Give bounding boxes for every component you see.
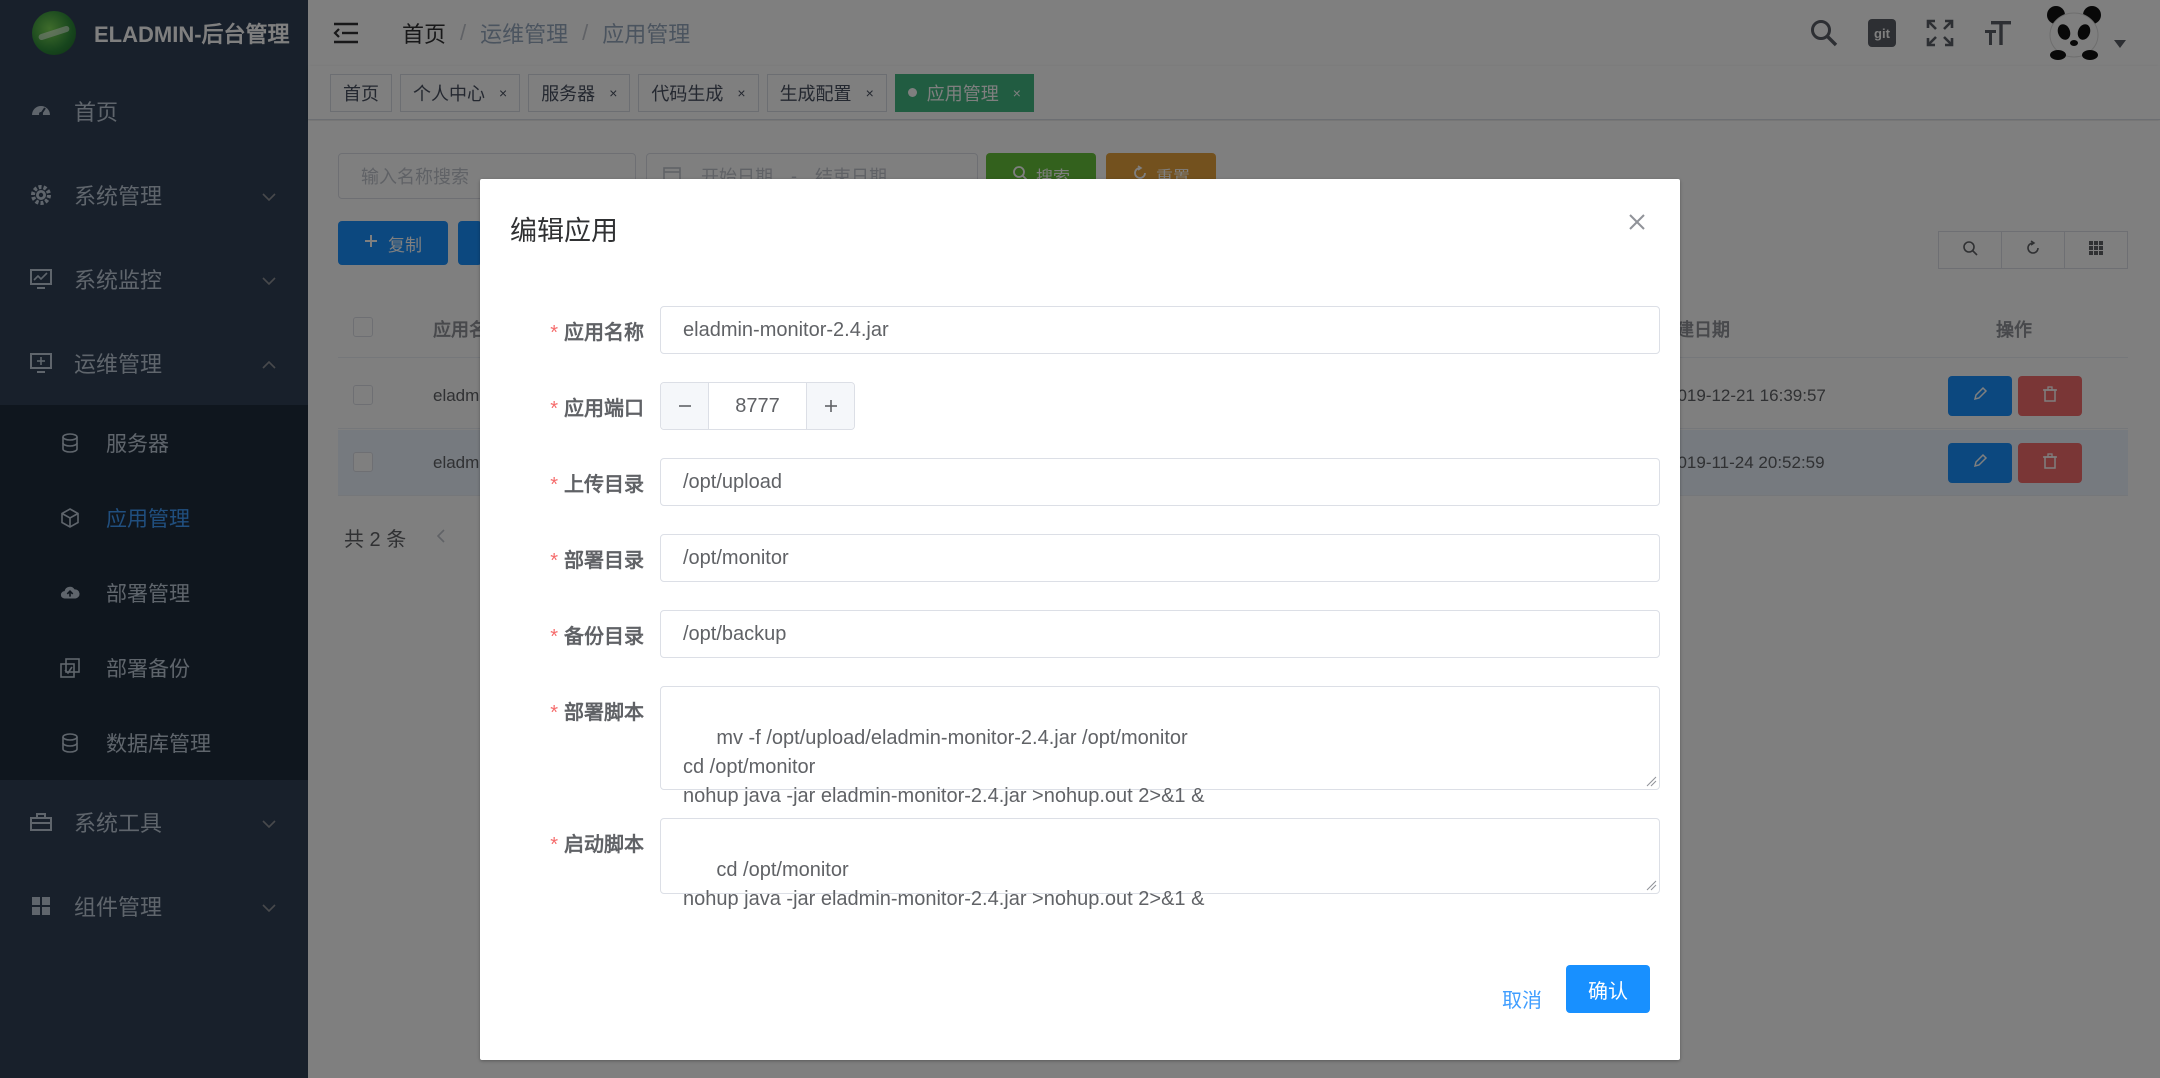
upload-dir-value: /opt/upload: [683, 470, 782, 493]
required-mark: *: [550, 702, 558, 724]
label-text: 应用名称: [564, 322, 644, 344]
required-mark: *: [550, 322, 558, 344]
required-mark: *: [550, 834, 558, 856]
dialog-title: 编辑应用: [510, 216, 618, 246]
deploy-dir-value: /opt/monitor: [683, 546, 789, 569]
edit-app-dialog: 编辑应用 * 应用名称 eladmin-monitor-2.4.jar * 应用端口…: [480, 179, 1680, 1060]
plus-icon: [824, 400, 837, 412]
minus-icon: [678, 405, 691, 407]
field-label: * 备份目录: [480, 620, 644, 649]
field-label: * 上传目录: [480, 468, 644, 497]
field-label: * 应用名称: [480, 316, 644, 345]
field-label: * 应用端口: [480, 392, 644, 421]
port-stepper: 8777: [660, 382, 855, 430]
close-icon[interactable]: [1624, 209, 1650, 235]
field-label: * 部署脚本: [480, 696, 644, 725]
label-text: 备份目录: [564, 626, 644, 648]
upload-dir-input[interactable]: /opt/upload: [660, 458, 1660, 506]
confirm-button[interactable]: 确认: [1566, 965, 1650, 1013]
field-label: * 启动脚本: [480, 828, 644, 857]
label-text: 上传目录: [564, 474, 644, 496]
required-mark: *: [550, 474, 558, 496]
cancel-button[interactable]: 取消: [1502, 984, 1542, 1013]
backup-dir-value: /opt/backup: [683, 622, 787, 645]
label-text: 部署脚本: [564, 702, 644, 724]
port-input[interactable]: 8777: [709, 383, 806, 429]
label-text: 启动脚本: [564, 834, 644, 856]
resize-handle-icon: [1646, 880, 1657, 891]
start-script-value: cd /opt/monitor nohup java -jar eladmin-…: [683, 859, 1205, 910]
required-mark: *: [550, 398, 558, 420]
port-value: 8777: [735, 394, 780, 417]
deploy-script-textarea[interactable]: mv -f /opt/upload/eladmin-monitor-2.4.ja…: [660, 686, 1660, 807]
decrease-button[interactable]: [661, 383, 709, 429]
deploy-script-value: mv -f /opt/upload/eladmin-monitor-2.4.ja…: [683, 727, 1205, 807]
app-name-input[interactable]: eladmin-monitor-2.4.jar: [660, 306, 1660, 354]
label-text: 应用端口: [564, 398, 644, 420]
increase-button[interactable]: [806, 383, 854, 429]
required-mark: *: [550, 626, 558, 648]
resize-handle-icon: [1646, 776, 1657, 787]
deploy-dir-input[interactable]: /opt/monitor: [660, 534, 1660, 582]
app-name-value: eladmin-monitor-2.4.jar: [683, 318, 889, 341]
backup-dir-input[interactable]: /opt/backup: [660, 610, 1660, 658]
required-mark: *: [550, 550, 558, 572]
start-script-textarea[interactable]: cd /opt/monitor nohup java -jar eladmin-…: [660, 818, 1660, 910]
confirm-button-label: 确认: [1588, 980, 1628, 1003]
label-text: 部署目录: [564, 550, 644, 572]
field-label: * 部署目录: [480, 544, 644, 573]
